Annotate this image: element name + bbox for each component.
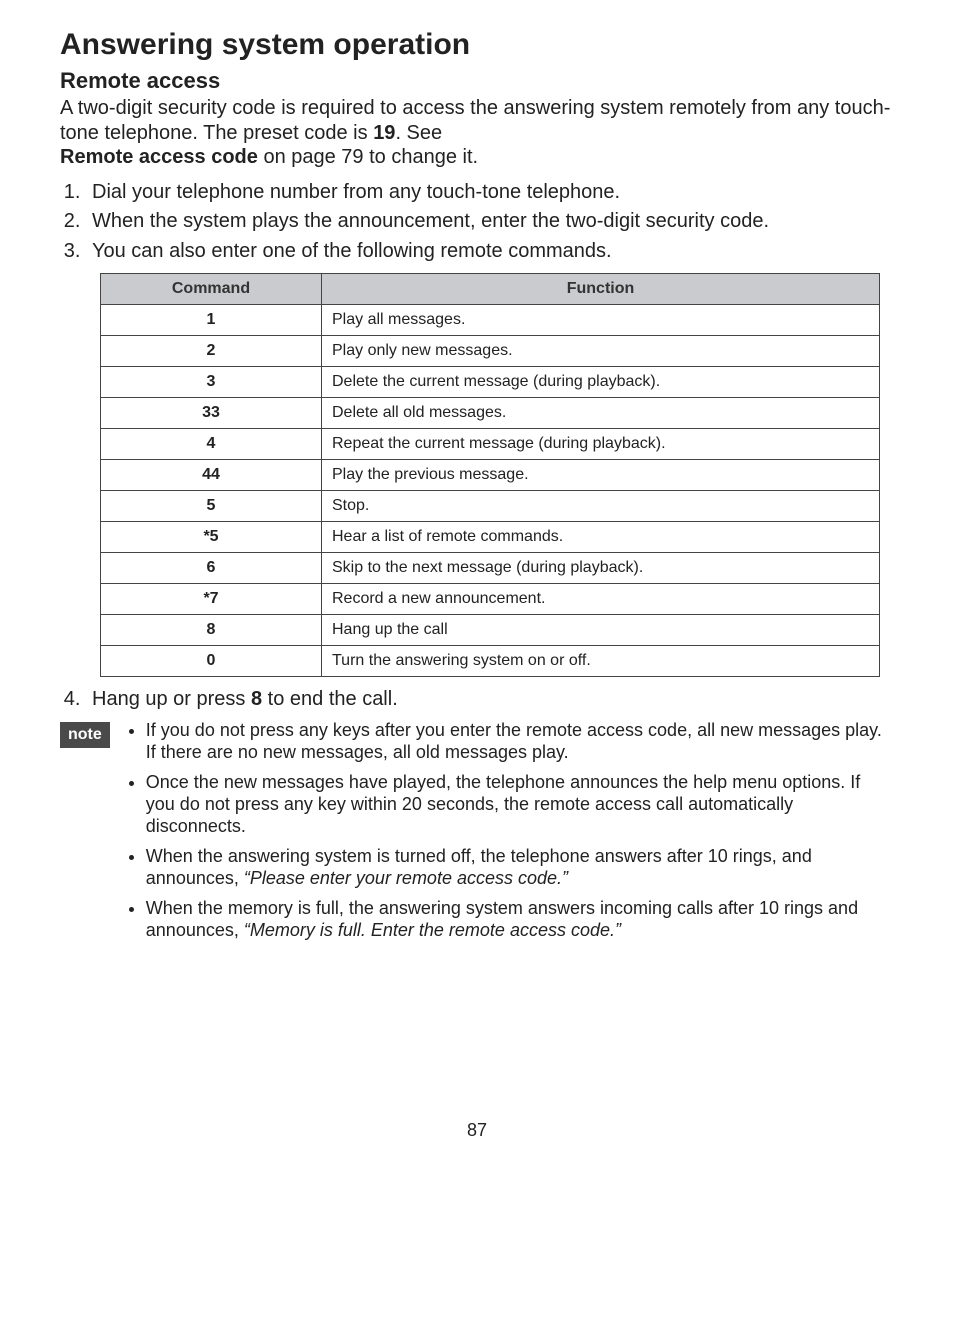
table-row: 8Hang up the call bbox=[101, 614, 880, 645]
note-list: If you do not press any keys after you e… bbox=[126, 720, 894, 950]
fn-cell: Stop. bbox=[322, 490, 880, 521]
note-item: If you do not press any keys after you e… bbox=[146, 720, 894, 764]
cmd-cell: 1 bbox=[101, 304, 322, 335]
step-item: Hang up or press 8 to end the call. bbox=[86, 687, 894, 713]
cmd-cell: 6 bbox=[101, 552, 322, 583]
fn-cell: Delete all old messages. bbox=[322, 397, 880, 428]
step-item: You can also enter one of the following … bbox=[86, 239, 894, 265]
fn-cell: Record a new announcement. bbox=[322, 583, 880, 614]
table-row: 33Delete all old messages. bbox=[101, 397, 880, 428]
cmd-cell: 8 bbox=[101, 614, 322, 645]
cmd-cell: 5 bbox=[101, 490, 322, 521]
intro-text: on page 79 to change it. bbox=[258, 146, 478, 168]
intro-text: A two-digit security code is required to… bbox=[60, 97, 890, 144]
steps-list-continued: Hang up or press 8 to end the call. bbox=[86, 687, 894, 713]
note-item: Once the new messages have played, the t… bbox=[146, 772, 894, 838]
step-item: When the system plays the announcement, … bbox=[86, 209, 894, 235]
fn-cell: Play the previous message. bbox=[322, 459, 880, 490]
table-row: *7Record a new announcement. bbox=[101, 583, 880, 614]
cmd-cell: 33 bbox=[101, 397, 322, 428]
step-text: to end the call. bbox=[262, 688, 398, 710]
intro-paragraph: A two-digit security code is required to… bbox=[60, 96, 894, 170]
step-item: Dial your telephone number from any touc… bbox=[86, 180, 894, 206]
cmd-cell: *7 bbox=[101, 583, 322, 614]
cmd-cell: 4 bbox=[101, 428, 322, 459]
col-function: Function bbox=[322, 273, 880, 304]
cmd-cell: 44 bbox=[101, 459, 322, 490]
table-row: 2Play only new messages. bbox=[101, 335, 880, 366]
fn-cell: Turn the answering system on or off. bbox=[322, 645, 880, 676]
step-key: 8 bbox=[251, 688, 262, 710]
preset-code: 19 bbox=[373, 122, 395, 144]
fn-cell: Skip to the next message (during playbac… bbox=[322, 552, 880, 583]
fn-cell: Hear a list of remote commands. bbox=[322, 521, 880, 552]
table-row: 0Turn the answering system on or off. bbox=[101, 645, 880, 676]
cmd-cell: 2 bbox=[101, 335, 322, 366]
table-row: *5Hear a list of remote commands. bbox=[101, 521, 880, 552]
table-row: 44Play the previous message. bbox=[101, 459, 880, 490]
note-quote: “Memory is full. Enter the remote access… bbox=[244, 920, 621, 940]
table-header-row: Command Function bbox=[101, 273, 880, 304]
fn-cell: Delete the current message (during playb… bbox=[322, 366, 880, 397]
step-text: Hang up or press bbox=[92, 688, 251, 710]
col-command: Command bbox=[101, 273, 322, 304]
note-item: When the memory is full, the answering s… bbox=[146, 898, 894, 942]
page-number: 87 bbox=[60, 1120, 894, 1141]
table-row: 6Skip to the next message (during playba… bbox=[101, 552, 880, 583]
fn-cell: Play only new messages. bbox=[322, 335, 880, 366]
ref-remote-access-code: Remote access code bbox=[60, 146, 258, 168]
section-heading: Remote access bbox=[60, 68, 894, 94]
steps-list: Dial your telephone number from any touc… bbox=[86, 180, 894, 265]
cmd-cell: 3 bbox=[101, 366, 322, 397]
fn-cell: Hang up the call bbox=[322, 614, 880, 645]
table-row: 5Stop. bbox=[101, 490, 880, 521]
cmd-cell: *5 bbox=[101, 521, 322, 552]
note-quote: “Please enter your remote access code.” bbox=[244, 868, 568, 888]
table-row: 3Delete the current message (during play… bbox=[101, 366, 880, 397]
table-row: 1Play all messages. bbox=[101, 304, 880, 335]
fn-cell: Repeat the current message (during playb… bbox=[322, 428, 880, 459]
command-table: Command Function 1Play all messages. 2Pl… bbox=[100, 273, 880, 677]
page-title: Answering system operation bbox=[60, 28, 894, 62]
fn-cell: Play all messages. bbox=[322, 304, 880, 335]
intro-text: . See bbox=[395, 122, 442, 144]
note-badge: note bbox=[60, 722, 110, 748]
note-block: note If you do not press any keys after … bbox=[60, 720, 894, 950]
cmd-cell: 0 bbox=[101, 645, 322, 676]
note-item: When the answering system is turned off,… bbox=[146, 846, 894, 890]
table-row: 4Repeat the current message (during play… bbox=[101, 428, 880, 459]
